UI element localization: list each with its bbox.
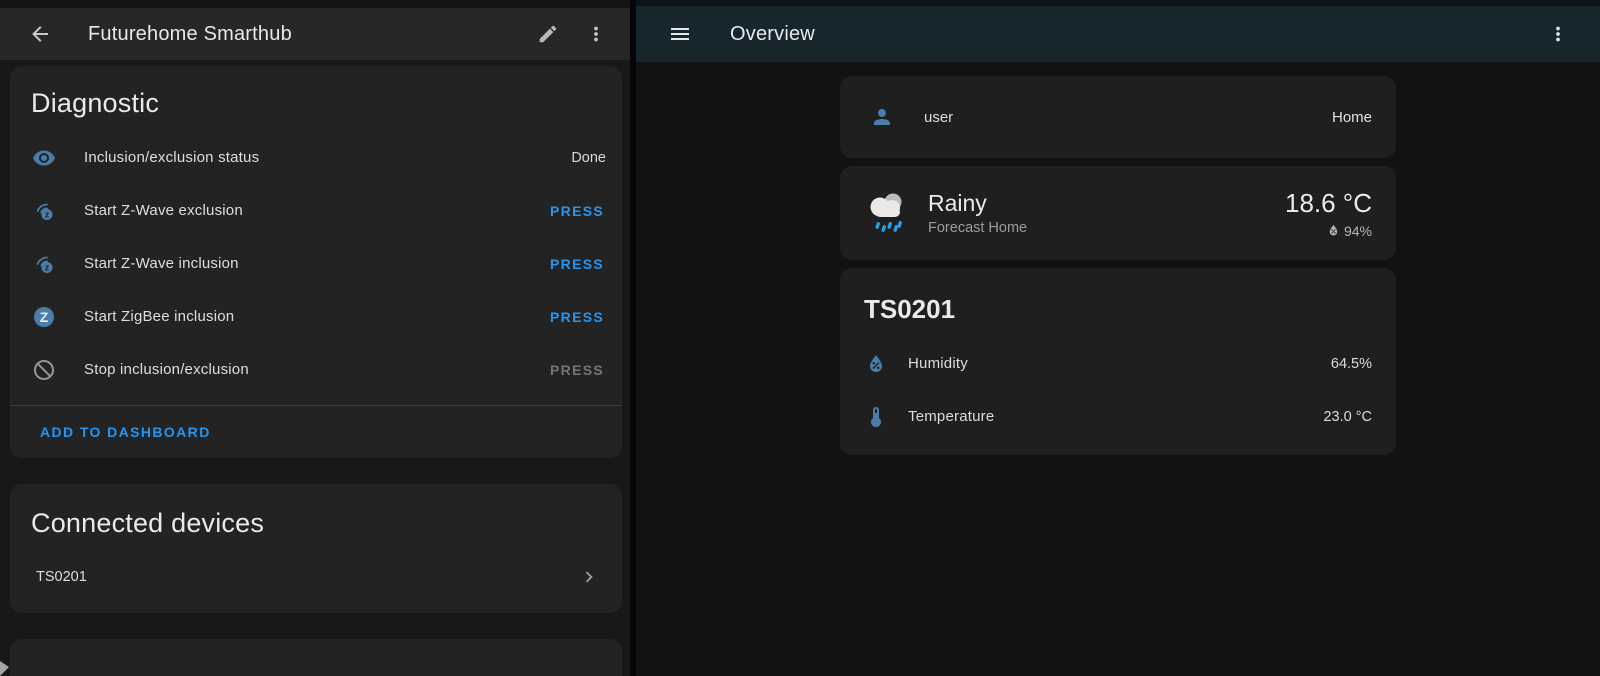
sensor-card-title: TS0201 (840, 284, 1396, 337)
zigbee-icon: Z (32, 305, 56, 329)
dashboard-title: Overview (730, 23, 1538, 46)
kebab-menu-icon (585, 23, 607, 45)
row-label: Inclusion/exclusion status (84, 149, 259, 166)
weather-condition: Rainy (928, 190, 1285, 217)
humidity-icon (864, 352, 888, 376)
kebab-menu-icon (1547, 23, 1569, 45)
cancel-icon (32, 358, 56, 382)
weather-subtitle: Forecast Home (928, 220, 1285, 236)
humidity-row[interactable]: Humidity 64.5% (840, 337, 1396, 390)
hamburger-icon (668, 22, 692, 46)
pencil-icon (537, 23, 559, 45)
chevron-right-icon (578, 566, 600, 588)
screen: Futurehome Smarthub Diagnostic (0, 0, 1600, 676)
add-to-dashboard-button[interactable]: ADD TO DASHBOARD (10, 406, 211, 458)
zwave-exclusion-press-button[interactable]: PRESS (548, 197, 606, 225)
temperature-row[interactable]: Temperature 23.0 °C (840, 390, 1396, 443)
device-panel: Futurehome Smarthub Diagnostic (0, 0, 630, 676)
user-entity-card[interactable]: user Home (840, 76, 1396, 158)
left-top-strip (0, 0, 630, 8)
svg-text:z: z (45, 209, 50, 219)
svg-text:z: z (45, 262, 50, 272)
row-label: Start Z-Wave inclusion (84, 255, 239, 272)
back-button[interactable] (20, 14, 60, 54)
stop-inclusion-row: Stop inclusion/exclusion PRESS (10, 343, 622, 396)
zwave-exclusion-row: z Start Z-Wave exclusion PRESS (10, 184, 622, 237)
user-entity-state: Home (1332, 109, 1372, 126)
dashboard-panel: Overview user Home (636, 0, 1600, 676)
eye-icon (32, 146, 56, 170)
left-more-button[interactable] (576, 14, 616, 54)
right-app-bar: Overview (636, 6, 1600, 62)
row-label: Humidity (908, 355, 968, 372)
inclusion-status-row[interactable]: Inclusion/exclusion status Done (10, 131, 622, 184)
automations-card: Automations (10, 639, 622, 676)
rainy-cloud-icon (862, 189, 912, 237)
device-row-ts0201[interactable]: TS0201 (10, 549, 622, 605)
weather-card[interactable]: Rainy Forecast Home 18.6 °C 94% (840, 166, 1396, 260)
edit-button[interactable] (528, 14, 568, 54)
row-label: Temperature (908, 408, 994, 425)
weather-temperature: 18.6 °C (1285, 188, 1372, 219)
row-value: 64.5% (1331, 356, 1372, 372)
left-app-bar: Futurehome Smarthub (0, 8, 630, 60)
sensor-card-ts0201: TS0201 Humidity 64.5% Temperature 2 (840, 268, 1396, 455)
weather-humidity: 94% (1344, 223, 1372, 239)
zwave-icon: z (32, 252, 56, 276)
zigbee-inclusion-row: Z Start ZigBee inclusion PRESS (10, 290, 622, 343)
zwave-icon: z (32, 199, 56, 223)
diagnostic-card-title: Diagnostic (10, 80, 622, 131)
water-percent-icon (1326, 223, 1341, 238)
row-label: Start ZigBee inclusion (84, 308, 234, 325)
zwave-inclusion-press-button[interactable]: PRESS (548, 250, 606, 278)
row-value: Done (571, 150, 606, 166)
zigbee-inclusion-press-button[interactable]: PRESS (548, 303, 606, 331)
right-more-button[interactable] (1538, 14, 1578, 54)
connected-devices-card: Connected devices TS0201 (10, 484, 622, 613)
dashboard-view[interactable]: user Home (636, 62, 1600, 676)
row-label: Start Z-Wave exclusion (84, 202, 243, 219)
arrow-left-icon (28, 22, 52, 46)
account-icon (870, 105, 894, 129)
device-name: TS0201 (36, 569, 87, 585)
left-page-title: Futurehome Smarthub (88, 23, 528, 46)
thermometer-icon (864, 405, 888, 429)
cursor-artifact (0, 661, 9, 676)
svg-text:Z: Z (40, 308, 49, 324)
row-value: 23.0 °C (1323, 409, 1372, 425)
left-scroll-area[interactable]: Diagnostic Inclusion/exclusion status Do… (0, 60, 630, 676)
zwave-inclusion-row: z Start Z-Wave inclusion PRESS (10, 237, 622, 290)
connected-devices-title: Connected devices (10, 500, 622, 549)
user-entity-name: user (924, 109, 953, 126)
row-label: Stop inclusion/exclusion (84, 361, 249, 378)
menu-button[interactable] (660, 14, 700, 54)
diagnostic-card: Diagnostic Inclusion/exclusion status Do… (10, 66, 622, 458)
stop-inclusion-press-button[interactable]: PRESS (548, 356, 606, 384)
